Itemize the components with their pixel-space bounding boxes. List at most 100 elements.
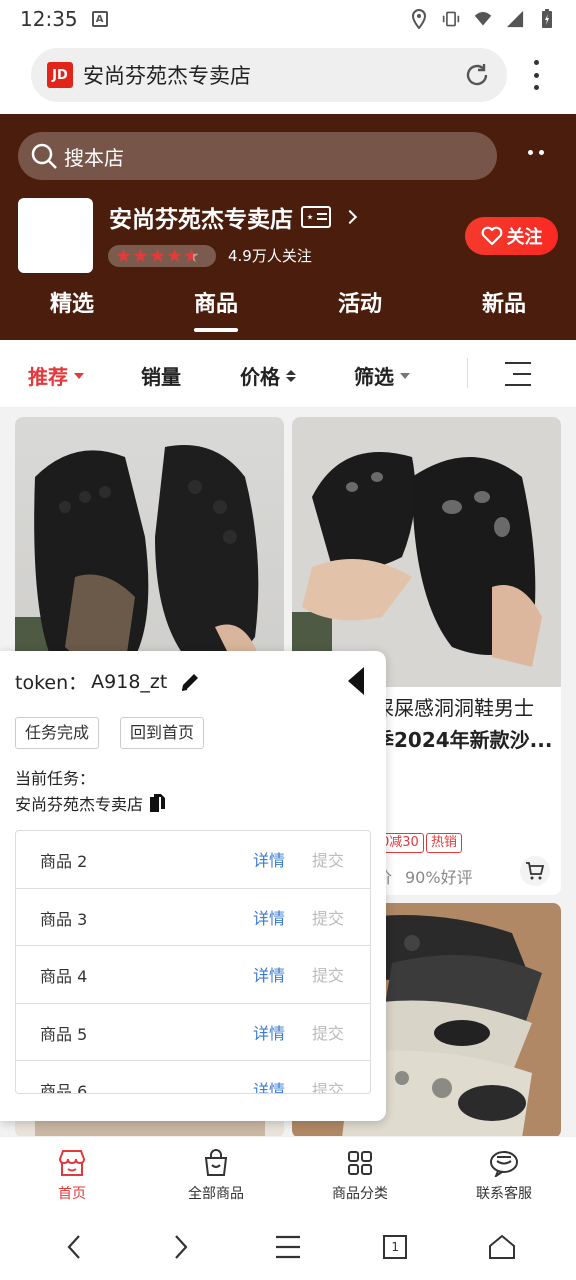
- store-more-icon[interactable]: [528, 150, 544, 155]
- task-list: 商品 2 详情 提交 商品 3 详情 提交 商品 4 详情 提交 商品 5 详情…: [15, 830, 371, 1094]
- hot-tag: 热销: [426, 833, 463, 853]
- status-icons: [410, 9, 556, 29]
- forward-icon[interactable]: [161, 1227, 201, 1267]
- detail-link[interactable]: 详情: [253, 1020, 285, 1044]
- task-item-name: 商品 5: [40, 1024, 88, 1044]
- sort-sales-label: 销量: [141, 365, 181, 389]
- reload-icon[interactable]: [463, 61, 491, 89]
- review-rate: 90%好评: [405, 868, 473, 887]
- sort-recommend[interactable]: 推荐: [28, 361, 84, 390]
- task-row: 商品 3 详情 提交: [16, 889, 370, 946]
- detail-link[interactable]: 详情: [253, 905, 285, 929]
- current-task: 安尚芬苑杰专卖店: [15, 791, 167, 815]
- task-row: 商品 6 详情 提交: [16, 1061, 370, 1094]
- nav-categories-label: 商品分类: [332, 1186, 388, 1202]
- tab-activities[interactable]: 活动: [288, 286, 432, 340]
- storefront-icon: [58, 1150, 86, 1176]
- task-overlay-panel: token： A918_zt 任务完成 回到首页 当前任务： 安尚芬苑杰专卖店 …: [0, 651, 386, 1121]
- follow-button[interactable]: 关注: [465, 217, 558, 255]
- nav-home-label: 首页: [58, 1186, 86, 1202]
- vibrate-icon: [442, 11, 460, 27]
- follow-label: 关注: [506, 227, 543, 248]
- nav-customer-service[interactable]: 联系客服: [432, 1137, 576, 1214]
- detail-link[interactable]: 详情: [253, 1077, 285, 1093]
- sort-price-label: 价格: [240, 365, 280, 389]
- heart-icon: [481, 226, 502, 246]
- star-icon: [133, 248, 148, 263]
- nav-all-products-label: 全部商品: [188, 1186, 244, 1202]
- store-search-input[interactable]: 搜本店: [18, 132, 497, 180]
- back-icon[interactable]: [54, 1227, 94, 1267]
- signal-icon: [506, 10, 524, 28]
- store-badge-icon: [301, 206, 331, 228]
- list-view-icon[interactable]: [505, 362, 531, 386]
- tabs-button[interactable]: 1: [375, 1227, 415, 1267]
- star-icon: [167, 248, 182, 263]
- submit-link[interactable]: 提交: [312, 905, 344, 929]
- location-icon: [411, 9, 427, 29]
- store-rating: [108, 245, 216, 267]
- back-home-button[interactable]: 回到首页: [120, 717, 205, 749]
- sort-sales[interactable]: 销量: [141, 361, 181, 390]
- shopping-bag-icon: [204, 1149, 228, 1176]
- task-row: 商品 4 详情 提交: [16, 946, 370, 1004]
- sort-price[interactable]: 价格: [240, 361, 296, 390]
- tab-count: 1: [391, 1240, 399, 1254]
- task-row: 商品 5 详情 提交: [16, 1004, 370, 1061]
- page-title: 安尚芬苑杰专卖店: [83, 64, 251, 88]
- copy-icon[interactable]: [149, 793, 167, 813]
- current-task-label: 当前任务：: [15, 769, 96, 788]
- caret-down-icon: [400, 372, 410, 379]
- star-half-icon: [184, 248, 199, 263]
- chevron-right-icon: [342, 209, 358, 225]
- product-title-line1: 屎屎感洞洞鞋男士: [374, 696, 534, 720]
- tab-new[interactable]: 新品: [432, 286, 576, 340]
- tab-products[interactable]: 商品: [144, 286, 288, 340]
- submit-link[interactable]: 提交: [312, 962, 344, 986]
- add-to-cart-button[interactable]: [520, 856, 550, 886]
- store-bottom-nav: 首页 全部商品 商品分类 联系客服: [0, 1136, 576, 1214]
- submit-link[interactable]: 提交: [312, 1020, 344, 1044]
- token-value: A918_zt: [91, 670, 168, 693]
- filter-bar: 推荐 销量 价格 筛选: [0, 340, 576, 408]
- task-item-name: 商品 3: [40, 909, 88, 929]
- tab-featured[interactable]: 精选: [0, 286, 144, 340]
- sort-recommend-label: 推荐: [28, 365, 68, 389]
- notification-a-icon: A: [91, 11, 108, 27]
- jd-logo-icon: JD: [47, 62, 73, 88]
- token-label: token：: [15, 672, 88, 694]
- task-row: 商品 2 详情 提交: [16, 831, 370, 889]
- product-title-line2: 季2024年新款沙...: [374, 728, 553, 752]
- store-logo[interactable]: [18, 198, 93, 273]
- menu-icon[interactable]: [268, 1227, 308, 1267]
- nav-all-products[interactable]: 全部商品: [144, 1137, 288, 1214]
- search-icon: [31, 143, 57, 169]
- browser-menu-icon[interactable]: [528, 60, 544, 90]
- submit-link[interactable]: 提交: [312, 1077, 344, 1093]
- home-icon[interactable]: [482, 1227, 522, 1267]
- detail-link[interactable]: 详情: [253, 962, 285, 986]
- detail-link[interactable]: 详情: [253, 847, 285, 871]
- star-icon: [116, 248, 131, 263]
- browser-bottom-bar: 1: [0, 1214, 576, 1280]
- submit-link[interactable]: 提交: [312, 847, 344, 871]
- collapse-panel-icon[interactable]: [348, 667, 364, 695]
- wifi-icon: [474, 12, 492, 26]
- follower-count: 4.9万人关注: [228, 247, 312, 265]
- task-item-name: 商品 4: [40, 967, 88, 986]
- task-complete-button[interactable]: 任务完成: [15, 717, 100, 749]
- cart-icon: [526, 862, 545, 880]
- nav-categories[interactable]: 商品分类: [288, 1137, 432, 1214]
- battery-icon: [542, 9, 552, 28]
- store-name-link[interactable]: 安尚芬苑杰专卖店: [109, 200, 358, 234]
- status-time: 12:35: [20, 7, 78, 31]
- nav-home[interactable]: 首页: [0, 1137, 144, 1214]
- filter-button[interactable]: 筛选: [354, 361, 410, 390]
- address-bar[interactable]: JD 安尚芬苑杰专卖店: [31, 48, 507, 102]
- edit-pencil-icon[interactable]: [179, 671, 201, 693]
- caret-down-icon: [74, 372, 84, 379]
- star-icon: [150, 248, 165, 263]
- customer-service-icon: [490, 1151, 518, 1177]
- task-item-name: 商品 6: [40, 1082, 88, 1094]
- search-placeholder: 搜本店: [64, 145, 124, 170]
